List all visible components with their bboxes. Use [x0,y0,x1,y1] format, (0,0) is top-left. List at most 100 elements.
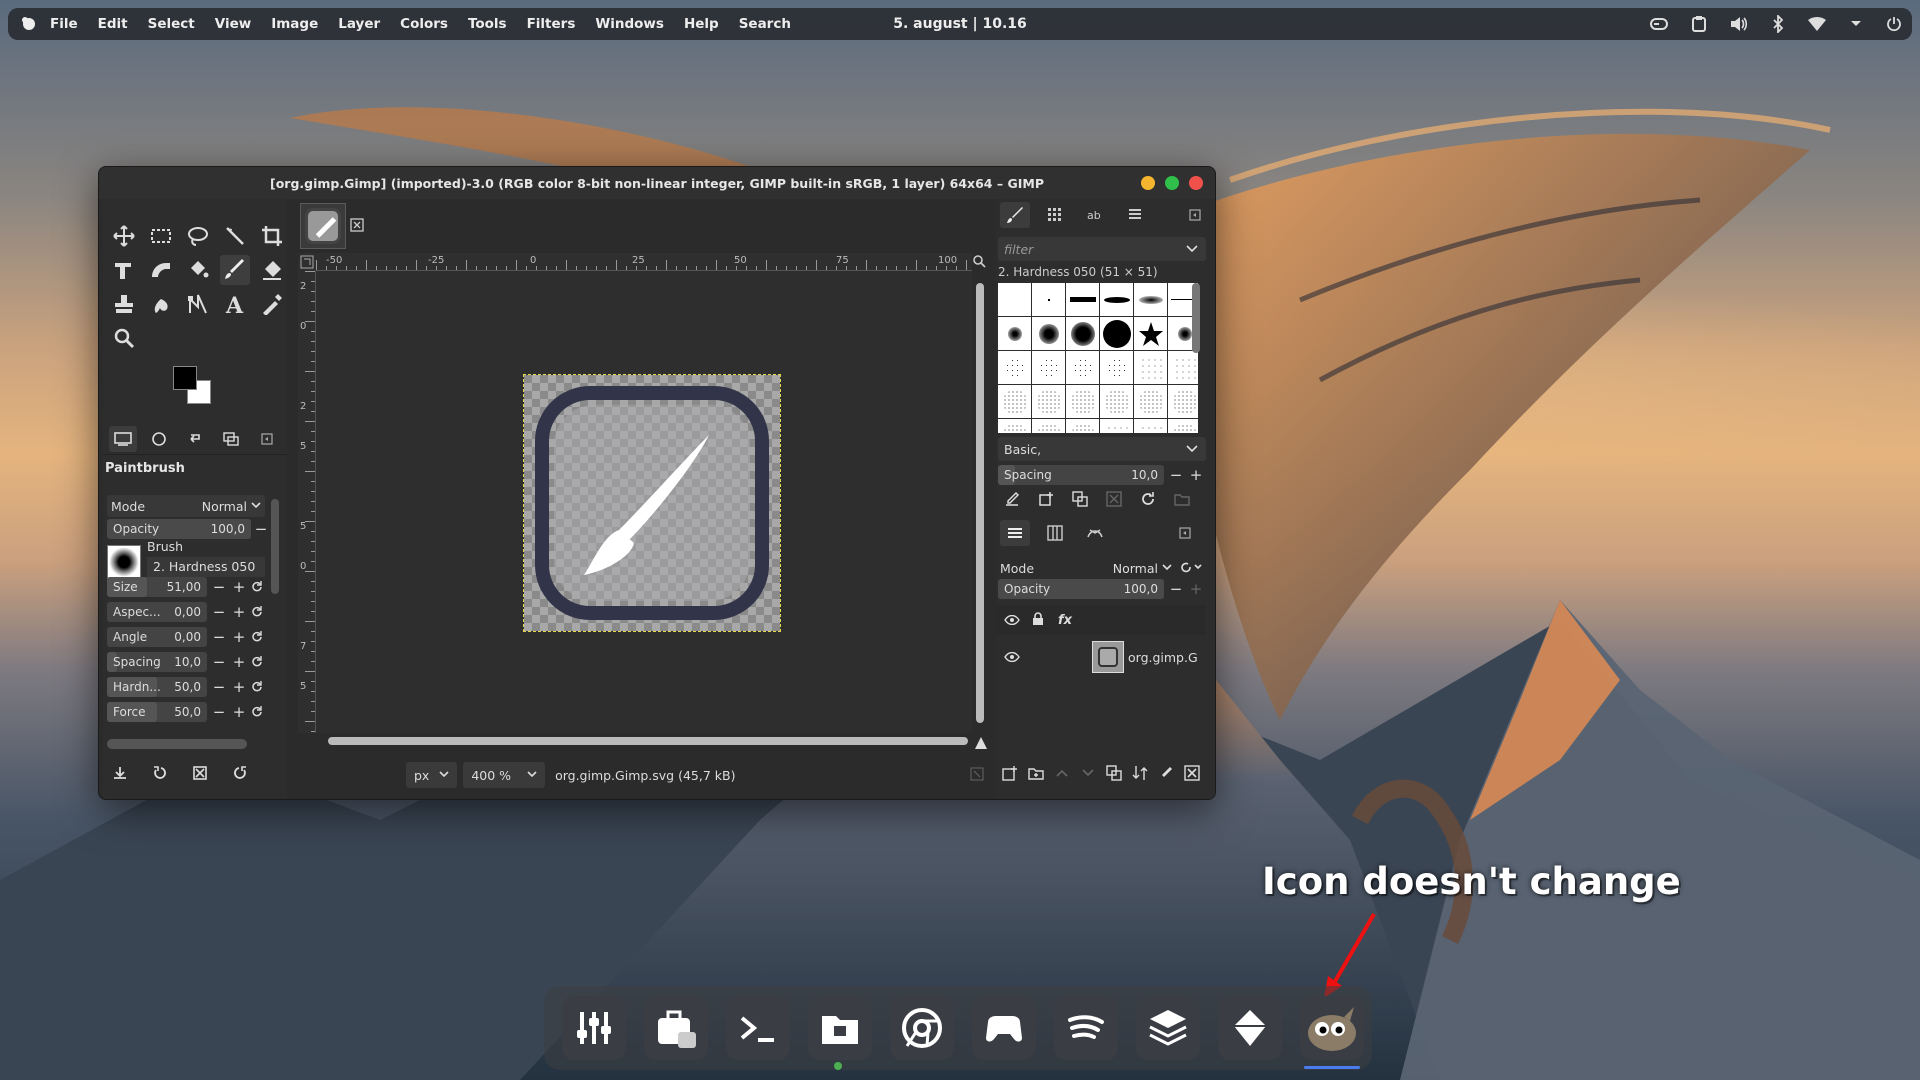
eraser-tool-icon[interactable] [257,255,287,285]
tab-channels[interactable] [1040,520,1070,546]
open-brush-folder-icon[interactable] [1174,491,1190,511]
reset-icon[interactable] [249,604,265,620]
brush-thumbnail[interactable] [1066,283,1099,316]
layer-visibility-eye-icon[interactable] [1004,650,1020,665]
menu-file[interactable]: File [50,16,78,32]
gamepad-icon[interactable] [1650,17,1668,31]
slider-decrease-button[interactable]: − [211,578,227,596]
layer-opacity-decrease-button[interactable]: − [1168,580,1184,598]
brush-thumbnail[interactable] [1100,385,1133,418]
brush-thumbnail[interactable] [1134,283,1167,316]
tab-document-history[interactable] [1120,202,1150,228]
slider-decrease-button[interactable]: − [211,678,227,696]
zoom-select[interactable]: 400 % [463,762,546,788]
slider-increase-button[interactable]: + [231,678,247,696]
rect-select-tool-icon[interactable] [146,221,176,251]
tab-undo-history[interactable] [181,426,209,452]
mixer-icon[interactable] [562,996,626,1060]
brush-thumbnail[interactable] [998,283,1031,316]
layer-opacity-slider[interactable]: Opacity 100,0 [998,579,1164,599]
new-layer-group-icon[interactable] [1028,765,1044,785]
text-tool-icon[interactable]: A [220,289,250,319]
unit-select[interactable]: px [406,762,458,788]
opacity-decrease-button[interactable]: − [253,520,269,538]
brush-thumbnail[interactable] [998,385,1031,418]
close-image-tab-icon[interactable] [350,217,364,236]
brush-thumbnail[interactable] [1066,317,1099,350]
brush-grid-scroll[interactable] [1192,283,1200,353]
brush-thumbnail[interactable] [998,317,1031,350]
brush-thumbnail[interactable] [1134,317,1167,350]
brush-preset-select[interactable]: Basic, [998,437,1206,461]
paintbrush-tool-icon[interactable] [220,255,250,285]
chrome-icon[interactable] [890,996,954,1060]
slider-aspec[interactable]: Aspec... 0,00 [107,602,207,622]
menu-layer[interactable]: Layer [338,16,380,32]
dock-menu-icon[interactable] [1180,202,1210,228]
delete-brush-icon[interactable] [1106,491,1122,511]
minimize-button[interactable] [1141,176,1155,190]
brush-thumbnail[interactable] [1066,419,1099,433]
slider-spacing[interactable]: Spacing 10,0 [107,652,207,672]
brush-thumbnail[interactable] [1032,283,1065,316]
brush-thumbnail[interactable] [1032,385,1065,418]
fg-bg-colors[interactable] [173,366,221,410]
wifi-icon[interactable] [1808,17,1826,31]
duplicate-brush-icon[interactable] [1072,491,1088,511]
tab-fonts[interactable]: ab [1080,202,1110,228]
brush-thumbnail[interactable] [1100,419,1133,433]
menu-help[interactable]: Help [684,16,719,32]
layer-name[interactable]: org.gimp.G [1128,650,1198,665]
save-options-icon[interactable] [113,765,127,784]
slider-size[interactable]: Size 51,00 [107,577,207,597]
menu-colors[interactable]: Colors [400,16,448,32]
clock[interactable]: 5. august | 10.16 [893,16,1027,32]
menu-tools[interactable]: Tools [468,16,507,32]
refresh-brushes-icon[interactable] [1140,491,1156,511]
terminal-icon[interactable] [726,996,790,1060]
new-layer-icon[interactable] [1002,765,1018,785]
brush-name-field[interactable]: 2. Hardness 050 [147,557,265,577]
brush-thumbnail[interactable] [998,419,1031,433]
brush-thumbnail[interactable] [1032,317,1065,350]
merge-layer-icon[interactable] [1132,765,1148,785]
foreground-color-swatch[interactable] [173,366,197,390]
brush-thumbnail[interactable] [1134,385,1167,418]
slider-decrease-button[interactable]: − [211,703,227,721]
tab-paths[interactable] [1080,520,1110,546]
delete-layer-icon[interactable] [1184,765,1200,785]
brush-thumbnail[interactable] [1066,351,1099,384]
slider-decrease-button[interactable]: − [211,653,227,671]
brush-filter-input[interactable]: filter [998,237,1206,261]
vertical-ruler[interactable]: 20255075 [298,271,316,733]
spotify-icon[interactable] [1054,996,1118,1060]
reset-icon[interactable] [249,704,265,720]
system-logo-icon[interactable] [18,13,40,35]
layer-mode-reset-icon[interactable] [1180,560,1202,577]
slider-increase-button[interactable]: + [231,653,247,671]
move-tool-icon[interactable] [109,221,139,251]
options-vscroll[interactable] [271,499,279,594]
power-icon[interactable] [1886,16,1902,32]
bluetooth-icon[interactable] [1772,15,1784,33]
status-corner-icon[interactable] [970,767,984,784]
gimp-icon[interactable] [1300,996,1364,1060]
zoom-tool-icon[interactable] [109,323,139,353]
dock-menu-icon[interactable] [1170,520,1200,546]
tab-brushes[interactable] [1000,202,1030,228]
installer-icon[interactable] [1218,996,1282,1060]
maximize-button[interactable] [1165,176,1179,190]
brush-spacing-slider[interactable]: Spacing 10,0 [998,465,1164,485]
clipboard-icon[interactable] [1692,16,1706,32]
layer-item[interactable]: org.gimp.G [996,639,1206,675]
brush-thumbnail[interactable] [1100,283,1133,316]
zoom-fit-icon[interactable] [972,253,986,272]
slider-hardn[interactable]: Hardn... 50,0 [107,677,207,697]
slider-increase-button[interactable]: + [231,628,247,646]
canvas[interactable] [316,271,972,733]
tab-device-status[interactable] [145,426,173,452]
brush-thumbnail[interactable] [1032,351,1065,384]
image-tab-thumbnail[interactable] [300,203,346,249]
brush-thumbnail[interactable] [1134,419,1167,433]
warp-tool-icon[interactable] [146,255,176,285]
